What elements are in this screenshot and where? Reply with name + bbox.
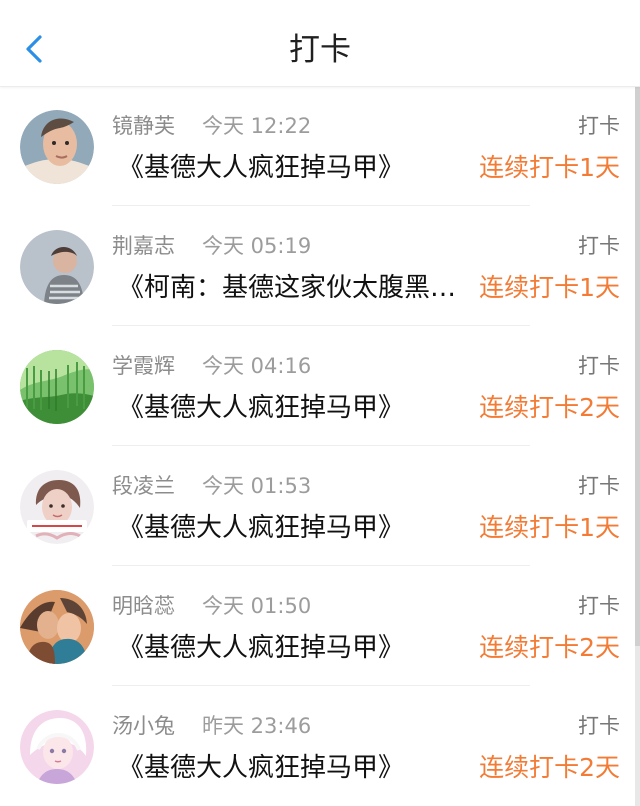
check-in-record[interactable]: 镜静芙 今天 12:22 打卡 《基德大人疯狂掉马甲》 连续打卡1天 xyxy=(0,86,640,206)
check-in-time: 昨天 23:46 xyxy=(202,714,312,738)
anime-portrait-icon xyxy=(20,710,94,784)
forest-landscape-icon xyxy=(20,350,94,424)
user-avatar-image[interactable] xyxy=(20,590,94,664)
check-in-record[interactable]: 学霞辉 今天 04:16 打卡 《基德大人疯狂掉马甲》 连续打卡2天 xyxy=(0,326,640,446)
check-in-time: 今天 05:19 xyxy=(202,234,312,258)
check-in-time: 今天 04:16 xyxy=(202,354,312,378)
streak-label: 连续打卡2天 xyxy=(479,753,620,782)
book-title[interactable]: 《基德大人疯狂掉马甲》 xyxy=(118,510,476,546)
male-portrait-icon xyxy=(20,110,94,184)
page-title: 打卡 xyxy=(289,32,351,68)
check-in-time: 今天 12:22 xyxy=(202,114,312,138)
user-name[interactable]: 段凌兰 xyxy=(112,472,175,500)
book-title[interactable]: 《基德大人疯狂掉马甲》 xyxy=(118,750,476,786)
status-label: 打卡 xyxy=(578,114,620,138)
streak-label: 连续打卡2天 xyxy=(479,393,620,422)
book-title[interactable]: 《柯南：基德这家伙太腹黑… xyxy=(118,270,476,306)
status-label: 打卡 xyxy=(578,714,620,738)
user-name[interactable]: 汤小兔 xyxy=(112,712,175,740)
status-label: 打卡 xyxy=(578,474,620,498)
user-name[interactable]: 荆嘉志 xyxy=(112,232,175,260)
streak-label: 连续打卡2天 xyxy=(479,633,620,662)
book-title[interactable]: 《基德大人疯狂掉马甲》 xyxy=(118,390,476,426)
check-in-record[interactable]: 汤小兔 昨天 23:46 打卡 《基德大人疯狂掉马甲》 连续打卡2天 xyxy=(0,686,640,806)
user-avatar-image[interactable] xyxy=(20,110,94,184)
check-in-screen: 打卡 镜静芙 今天 12:22 打卡 《基德大人疯狂掉马甲》 连续打卡1天 荆嘉… xyxy=(0,0,640,806)
scrollbar-thumb[interactable] xyxy=(635,86,640,646)
user-name[interactable]: 明晗蕊 xyxy=(112,592,175,620)
book-title[interactable]: 《基德大人疯狂掉马甲》 xyxy=(118,150,476,186)
person-portrait-icon xyxy=(20,230,94,304)
check-in-list[interactable]: 镜静芙 今天 12:22 打卡 《基德大人疯狂掉马甲》 连续打卡1天 荆嘉志 今… xyxy=(0,86,640,806)
status-label: 打卡 xyxy=(578,594,620,618)
check-in-record[interactable]: 明晗蕊 今天 01:50 打卡 《基德大人疯狂掉马甲》 连续打卡2天 xyxy=(0,566,640,686)
streak-label: 连续打卡1天 xyxy=(479,273,620,302)
female-portrait-icon xyxy=(20,470,94,544)
user-avatar-image[interactable] xyxy=(20,350,94,424)
user-name[interactable]: 镜静芙 xyxy=(112,112,175,140)
list-scrollbar[interactable] xyxy=(635,86,640,806)
check-in-time: 今天 01:53 xyxy=(202,474,312,498)
user-avatar-image[interactable] xyxy=(20,710,94,784)
check-in-record[interactable]: 荆嘉志 今天 05:19 打卡 《柯南：基德这家伙太腹黑… 连续打卡1天 xyxy=(0,206,640,326)
check-in-record[interactable]: 段凌兰 今天 01:53 打卡 《基德大人疯狂掉马甲》 连续打卡1天 xyxy=(0,446,640,566)
streak-label: 连续打卡1天 xyxy=(479,513,620,542)
user-avatar-image[interactable] xyxy=(20,470,94,544)
user-avatar-image[interactable] xyxy=(20,230,94,304)
navigation-bar: 打卡 xyxy=(0,0,640,87)
couple-portrait-icon xyxy=(20,590,94,664)
streak-label: 连续打卡1天 xyxy=(479,153,620,182)
status-label: 打卡 xyxy=(578,354,620,378)
book-title[interactable]: 《基德大人疯狂掉马甲》 xyxy=(118,630,476,666)
status-label: 打卡 xyxy=(578,234,620,258)
check-in-time: 今天 01:50 xyxy=(202,594,312,618)
user-name[interactable]: 学霞辉 xyxy=(112,352,175,380)
